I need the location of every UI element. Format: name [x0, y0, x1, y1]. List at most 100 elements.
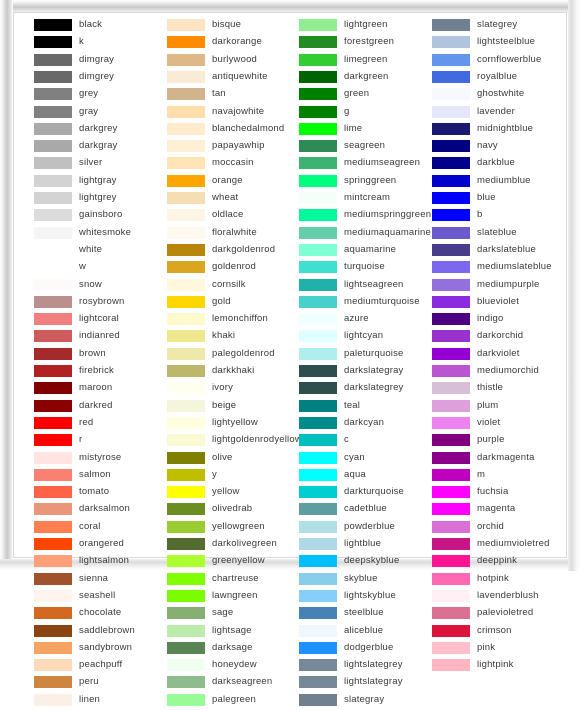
color-row[interactable]: lightcyan [299, 329, 432, 346]
color-swatch[interactable] [167, 53, 205, 66]
color-swatch[interactable] [167, 122, 205, 135]
color-swatch[interactable] [167, 140, 205, 153]
color-swatch[interactable] [34, 174, 72, 187]
color-swatch[interactable] [34, 347, 72, 360]
color-row[interactable]: peru [34, 675, 167, 692]
color-row[interactable]: lightcoral [34, 312, 167, 329]
color-swatch[interactable] [432, 174, 470, 187]
color-row[interactable]: orchid [432, 520, 565, 537]
color-row[interactable]: papayawhip [167, 139, 300, 156]
color-swatch[interactable] [167, 19, 205, 31]
color-row[interactable]: orange [167, 174, 300, 191]
color-swatch[interactable] [34, 659, 72, 672]
color-row[interactable]: firebrick [34, 364, 167, 381]
color-swatch[interactable] [299, 209, 337, 222]
color-row[interactable]: violet [432, 416, 565, 433]
color-swatch[interactable] [432, 347, 470, 360]
color-swatch[interactable] [299, 676, 337, 689]
color-swatch[interactable] [34, 122, 72, 135]
color-swatch[interactable] [34, 226, 72, 239]
color-swatch[interactable] [167, 278, 205, 291]
color-row[interactable]: darkgoldenrod [167, 243, 300, 260]
color-swatch[interactable] [34, 295, 72, 308]
color-row[interactable]: dodgerblue [299, 641, 432, 658]
color-swatch[interactable] [34, 36, 72, 49]
color-row[interactable]: snow [34, 278, 167, 295]
color-row[interactable]: aquamarine [299, 243, 432, 260]
color-swatch[interactable] [167, 503, 205, 516]
color-swatch[interactable] [432, 503, 470, 516]
color-row[interactable]: powderblue [299, 520, 432, 537]
color-swatch[interactable] [299, 382, 337, 395]
color-row[interactable]: darkgray [34, 139, 167, 156]
color-row[interactable]: midnightblue [432, 122, 565, 139]
color-row[interactable]: darkslategray [299, 364, 432, 381]
color-row[interactable]: purple [432, 433, 565, 450]
color-swatch[interactable] [34, 105, 72, 118]
color-row[interactable]: lightgreen [299, 18, 432, 35]
color-row[interactable]: darksalmon [34, 502, 167, 519]
color-row[interactable]: darkcyan [299, 416, 432, 433]
color-swatch[interactable] [34, 19, 72, 31]
color-row[interactable]: lightsage [167, 624, 300, 641]
color-swatch[interactable] [167, 295, 205, 308]
color-row[interactable]: chocolate [34, 606, 167, 623]
color-swatch[interactable] [299, 19, 337, 31]
color-swatch[interactable] [299, 365, 337, 377]
color-swatch[interactable] [34, 261, 72, 274]
color-row[interactable]: yellow [167, 485, 300, 502]
color-swatch[interactable] [432, 157, 470, 170]
color-swatch[interactable] [432, 538, 470, 550]
color-swatch[interactable] [432, 88, 470, 101]
color-swatch[interactable] [432, 226, 470, 239]
color-row[interactable]: thistle [432, 381, 565, 398]
color-row[interactable]: mediumspringgreen [299, 208, 432, 225]
color-swatch[interactable] [299, 538, 337, 550]
color-row[interactable]: red [34, 416, 167, 433]
color-swatch[interactable] [432, 451, 470, 464]
color-row[interactable]: darkolivegreen [167, 537, 300, 554]
color-row[interactable]: darkorchid [432, 329, 565, 346]
color-swatch[interactable] [299, 122, 337, 135]
color-row[interactable]: springgreen [299, 174, 432, 191]
color-row[interactable]: deeppink [432, 554, 565, 571]
color-row[interactable]: skyblue [299, 572, 432, 589]
color-row[interactable]: oldlace [167, 208, 300, 225]
color-row[interactable]: aliceblue [299, 624, 432, 641]
color-row[interactable]: sandybrown [34, 641, 167, 658]
color-row[interactable]: slategray [299, 693, 432, 710]
color-row[interactable]: m [432, 468, 565, 485]
color-swatch[interactable] [34, 399, 72, 412]
color-row[interactable]: blanchedalmond [167, 122, 300, 139]
color-swatch[interactable] [167, 572, 205, 585]
color-swatch[interactable] [299, 70, 337, 83]
color-swatch[interactable] [299, 399, 337, 412]
color-swatch[interactable] [432, 140, 470, 153]
color-row[interactable]: yellowgreen [167, 520, 300, 537]
color-row[interactable]: steelblue [299, 606, 432, 623]
color-row[interactable]: mediumpurple [432, 278, 565, 295]
color-swatch[interactable] [34, 589, 72, 602]
color-swatch[interactable] [432, 105, 470, 118]
color-row[interactable]: darkblue [432, 156, 565, 173]
color-swatch[interactable] [167, 486, 205, 499]
color-row[interactable]: goldenrod [167, 260, 300, 277]
color-row[interactable]: pink [432, 641, 565, 658]
color-swatch[interactable] [167, 192, 205, 204]
color-row[interactable]: lightgrey [34, 191, 167, 208]
color-swatch[interactable] [432, 243, 470, 256]
color-swatch[interactable] [432, 607, 470, 620]
color-swatch[interactable] [34, 538, 72, 550]
color-swatch[interactable] [167, 243, 205, 256]
color-row[interactable]: moccasin [167, 156, 300, 173]
color-swatch[interactable] [432, 295, 470, 308]
color-row[interactable]: lightgoldenrodyellow [167, 433, 302, 450]
color-row[interactable]: dimgray [34, 53, 167, 70]
color-row[interactable]: darkturquoise [299, 485, 432, 502]
color-swatch[interactable] [167, 607, 205, 620]
color-row[interactable]: r [34, 433, 167, 450]
color-row[interactable]: olivedrab [167, 502, 300, 519]
color-swatch[interactable] [34, 641, 72, 654]
color-row[interactable]: darkslategrey [299, 381, 432, 398]
color-swatch[interactable] [167, 347, 205, 360]
